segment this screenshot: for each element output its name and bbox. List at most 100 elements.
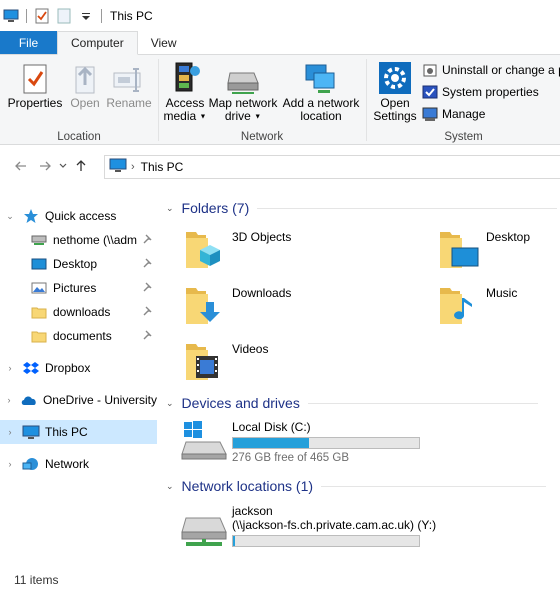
expanded-chevron-icon[interactable]: ⌄ — [166, 481, 174, 492]
collapsed-chevron-icon[interactable]: › — [4, 363, 16, 373]
breadcrumb-chevron-icon[interactable]: › — [131, 161, 135, 173]
nav-network[interactable]: › Network — [0, 452, 157, 476]
recent-locations-chevron-icon[interactable] — [56, 155, 70, 177]
folder-icon — [30, 303, 48, 321]
downloads-folder-icon — [186, 288, 220, 324]
network-locations-header: Network locations (1) — [181, 478, 314, 494]
nav-desktop-label: Desktop — [53, 257, 98, 271]
breadcrumb-this-pc[interactable]: This PC — [141, 160, 184, 174]
folder-downloads[interactable]: Downloads — [184, 284, 291, 328]
map-network-drive-button[interactable]: Map network drive ▼ — [207, 59, 279, 123]
network-locations-section-header[interactable]: ⌄ Network locations (1) — [166, 478, 547, 494]
access-media-label-2: media — [163, 109, 197, 123]
properties-quick-icon[interactable] — [31, 5, 53, 27]
nav-nethome-label: nethome (\\adm — [53, 233, 138, 247]
folder-videos[interactable]: Videos — [184, 340, 268, 384]
add-network-location-button[interactable]: Add a network location — [281, 59, 361, 123]
network-drive-icon — [181, 517, 227, 546]
videos-folder-icon — [186, 344, 218, 380]
customize-toolbar-dropdown-icon[interactable] — [75, 5, 97, 27]
up-arrow-icon[interactable] — [70, 155, 92, 177]
nav-dropbox[interactable]: › Dropbox — [0, 356, 157, 380]
rename-icon — [111, 59, 147, 95]
content-pane: ⌄ Folders (7) 3D Objects Desktop Downloa… — [160, 186, 560, 566]
folder-music[interactable]: Music — [438, 284, 517, 328]
tab-computer[interactable]: Computer — [57, 31, 138, 55]
navigation-pane: ⌄ Quick access nethome (\\adm Desktop Pi… — [0, 200, 160, 566]
back-arrow-icon[interactable] — [10, 155, 32, 177]
open-button[interactable]: Open — [66, 59, 104, 110]
navigation-bar: › This PC — [0, 146, 560, 186]
this-pc-icon[interactable] — [0, 5, 22, 27]
nav-quick-access[interactable]: ⌄ Quick access — [0, 204, 157, 228]
nav-nethome[interactable]: nethome (\\adm — [0, 228, 157, 252]
folders-header: Folders (7) — [181, 200, 250, 216]
nav-desktop[interactable]: Desktop — [0, 252, 157, 276]
section-divider — [257, 207, 558, 209]
network-icon — [22, 455, 40, 473]
local-disk-usage-fill — [233, 438, 310, 448]
pin-icon[interactable] — [143, 233, 153, 247]
network-drive-name-line1: jackson — [232, 504, 273, 518]
expanded-chevron-icon[interactable]: ⌄ — [166, 398, 174, 409]
chevron-down-icon: ▼ — [199, 113, 207, 121]
collapsed-chevron-icon[interactable]: › — [4, 427, 16, 437]
pin-icon[interactable] — [143, 257, 153, 271]
folders-section-header[interactable]: ⌄ Folders (7) — [166, 200, 558, 216]
expanded-chevron-icon[interactable]: ⌄ — [4, 211, 16, 222]
local-disk-usage-bar — [232, 437, 420, 449]
collapsed-chevron-icon[interactable]: › — [4, 459, 16, 469]
rename-button[interactable]: Rename — [106, 59, 152, 110]
pin-icon[interactable] — [143, 281, 153, 295]
network-drive-usage-bar — [232, 535, 420, 547]
pin-icon[interactable] — [143, 305, 153, 319]
star-icon — [22, 207, 40, 225]
folder-videos-label: Videos — [232, 342, 269, 356]
dropbox-icon — [22, 359, 40, 377]
nav-documents[interactable]: documents — [0, 324, 157, 348]
toolbar-separator — [26, 8, 27, 23]
chevron-down-icon: ▼ — [254, 113, 262, 121]
ribbon: Properties Open Rename Location Access m… — [0, 55, 560, 145]
status-item-count: 11 items — [14, 573, 59, 587]
nav-dropbox-label: Dropbox — [45, 361, 91, 375]
uninstall-button[interactable]: Uninstall or change a p — [422, 62, 560, 78]
devices-section-header[interactable]: ⌄ Devices and drives — [166, 395, 538, 411]
tab-view[interactable]: View — [138, 31, 190, 54]
properties-button[interactable]: Properties — [6, 59, 64, 110]
manage-icon — [422, 106, 438, 122]
access-media-icon — [167, 59, 203, 95]
address-bar[interactable]: › This PC — [104, 155, 560, 179]
forward-arrow-icon[interactable] — [34, 155, 56, 177]
collapsed-chevron-icon[interactable]: › — [4, 395, 14, 405]
gear-icon — [377, 59, 413, 95]
nav-pictures[interactable]: Pictures — [0, 276, 157, 300]
manage-label: Manage — [442, 107, 486, 121]
pin-icon[interactable] — [143, 329, 153, 343]
expanded-chevron-icon[interactable]: ⌄ — [166, 203, 174, 214]
network-drive-y[interactable]: jackson (\\jackson-fs.ch.private.cam.ac.… — [180, 504, 436, 550]
nav-this-pc[interactable]: › This PC — [0, 420, 157, 444]
music-folder-icon — [440, 288, 472, 324]
nav-onedrive[interactable]: › OneDrive - University — [0, 388, 157, 412]
folder-3d-objects[interactable]: 3D Objects — [184, 228, 291, 272]
network-location-icon — [303, 59, 339, 95]
manage-button[interactable]: Manage — [422, 106, 485, 122]
local-disk-c[interactable]: Local Disk (C:) 276 GB free of 465 GB — [180, 420, 420, 464]
tab-file[interactable]: File — [0, 31, 57, 54]
section-divider — [321, 485, 547, 487]
nav-downloads[interactable]: downloads — [0, 300, 157, 324]
system-group-label: System — [444, 131, 483, 143]
folder-desktop[interactable]: Desktop — [438, 228, 530, 272]
system-properties-button[interactable]: System properties — [422, 84, 539, 100]
cloud-icon — [20, 391, 38, 409]
desktop-folder-icon — [440, 232, 479, 268]
network-drive-usage-fill — [233, 536, 235, 546]
new-folder-quick-icon[interactable] — [53, 5, 75, 27]
map-network-drive-label-2: drive — [224, 109, 251, 123]
location-group: Properties Open Rename Location — [0, 55, 158, 145]
rename-label: Rename — [106, 96, 152, 110]
network-group-label: Network — [240, 131, 284, 143]
open-settings-button[interactable]: Open Settings — [371, 59, 419, 123]
access-media-button[interactable]: Access media ▼ — [163, 59, 207, 123]
